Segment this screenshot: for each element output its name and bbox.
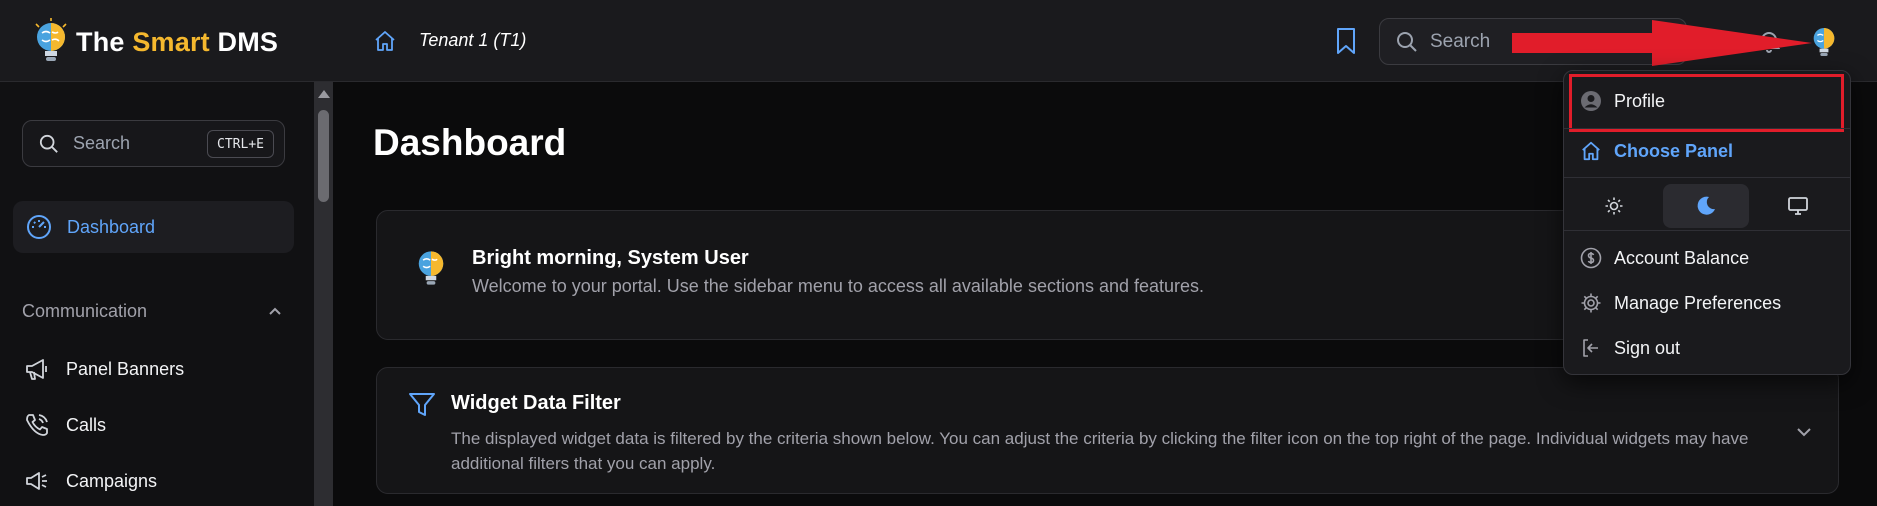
bookmark-button[interactable] xyxy=(1330,24,1362,58)
widget-filter-card[interactable]: Widget Data Filter The displayed widget … xyxy=(376,367,1839,494)
moon-icon xyxy=(1697,196,1715,215)
bookmark-icon xyxy=(1337,28,1355,54)
search-icon xyxy=(39,134,58,153)
menu-item-label: Manage Preferences xyxy=(1614,292,1782,313)
tenant-name[interactable]: Tenant 1 (T1) xyxy=(419,30,526,51)
sidebar-item-label: Calls xyxy=(66,414,107,435)
sun-icon xyxy=(1605,197,1623,215)
menu-item-manage-preferences[interactable]: Manage Preferences xyxy=(1580,285,1781,321)
sidebar-item-dashboard[interactable]: Dashboard xyxy=(13,201,294,253)
menu-item-sign-out[interactable]: Sign out xyxy=(1580,330,1680,366)
search-shortcut-badge: CTRL+E xyxy=(207,130,274,158)
menu-item-label: Profile xyxy=(1614,90,1666,111)
sidebar-item-calls[interactable]: Calls xyxy=(24,405,294,445)
sidebar-search-input[interactable]: Search CTRL+E xyxy=(22,120,285,167)
sidebar-item-label: Campaigns xyxy=(66,470,158,491)
sidebar-section-label: Communication xyxy=(22,301,148,321)
menu-divider xyxy=(1564,128,1850,129)
menu-item-profile[interactable]: Profile xyxy=(1580,83,1665,119)
monitor-icon xyxy=(1788,197,1808,215)
user-menu-dropdown: Profile Choose Panel Account Balance Man… xyxy=(1563,70,1851,375)
sidebar-item-campaigns[interactable]: Campaigns xyxy=(24,461,294,501)
sidebar-item-panel-banners[interactable]: Panel Banners xyxy=(24,349,294,389)
speedometer-icon xyxy=(27,215,51,239)
widget-filter-description: The displayed widget data is filtered by… xyxy=(451,429,1749,473)
search-icon xyxy=(1397,31,1417,52)
theme-dark-button[interactable] xyxy=(1663,184,1749,228)
chevron-down-icon[interactable] xyxy=(1792,420,1816,444)
gear-icon xyxy=(1581,293,1601,313)
menu-item-label: Account Balance xyxy=(1614,247,1750,268)
global-search-placeholder: Search xyxy=(1430,30,1491,52)
home-icon xyxy=(1582,141,1600,161)
home-icon xyxy=(375,31,395,51)
home-button[interactable] xyxy=(370,26,400,56)
menu-item-label: Sign out xyxy=(1614,337,1681,358)
menu-item-choose-panel[interactable]: Choose Panel xyxy=(1580,133,1733,169)
sidebar-section-communication[interactable]: Communication xyxy=(22,301,284,322)
widget-filter-title: Widget Data Filter xyxy=(451,392,621,414)
campaign-icon xyxy=(26,472,47,490)
sign-out-icon xyxy=(1583,339,1598,357)
greeting-subtitle: Welcome to your portal. Use the sidebar … xyxy=(472,276,1205,296)
brain-bulb-logo-icon xyxy=(35,18,67,61)
theme-light-button[interactable] xyxy=(1571,184,1657,228)
page-title: Dashboard xyxy=(373,122,567,163)
scroll-up-arrow[interactable] xyxy=(318,90,330,98)
greeting-title: Bright morning, System User xyxy=(472,247,749,269)
app-logo[interactable]: The Smart DMS xyxy=(32,14,278,70)
phone-icon xyxy=(26,414,48,436)
menu-divider xyxy=(1564,230,1850,231)
sidebar-search-placeholder: Search xyxy=(73,133,131,153)
filter-icon xyxy=(409,393,435,416)
sidebar: Search CTRL+E Dashboard Communication Pa… xyxy=(0,82,314,506)
sidebar-scrollbar[interactable] xyxy=(314,82,333,506)
menu-item-label: Choose Panel xyxy=(1614,140,1734,161)
app-logo-text: The Smart DMS xyxy=(76,26,279,57)
menu-item-account-balance[interactable]: Account Balance xyxy=(1580,240,1749,276)
user-avatar-icon xyxy=(1813,28,1835,56)
chevron-up-icon xyxy=(269,307,281,315)
sidebar-item-label: Dashboard xyxy=(67,216,156,237)
theme-switcher xyxy=(1564,178,1850,230)
sidebar-item-label: Panel Banners xyxy=(66,358,185,379)
megaphone-icon xyxy=(26,359,47,380)
user-circle-icon xyxy=(1581,91,1601,111)
theme-system-button[interactable] xyxy=(1755,184,1841,228)
brain-bulb-icon xyxy=(418,251,444,285)
annotation-arrow xyxy=(1512,20,1812,66)
scrollbar-thumb[interactable] xyxy=(318,110,329,202)
dollar-circle-icon xyxy=(1580,247,1602,269)
